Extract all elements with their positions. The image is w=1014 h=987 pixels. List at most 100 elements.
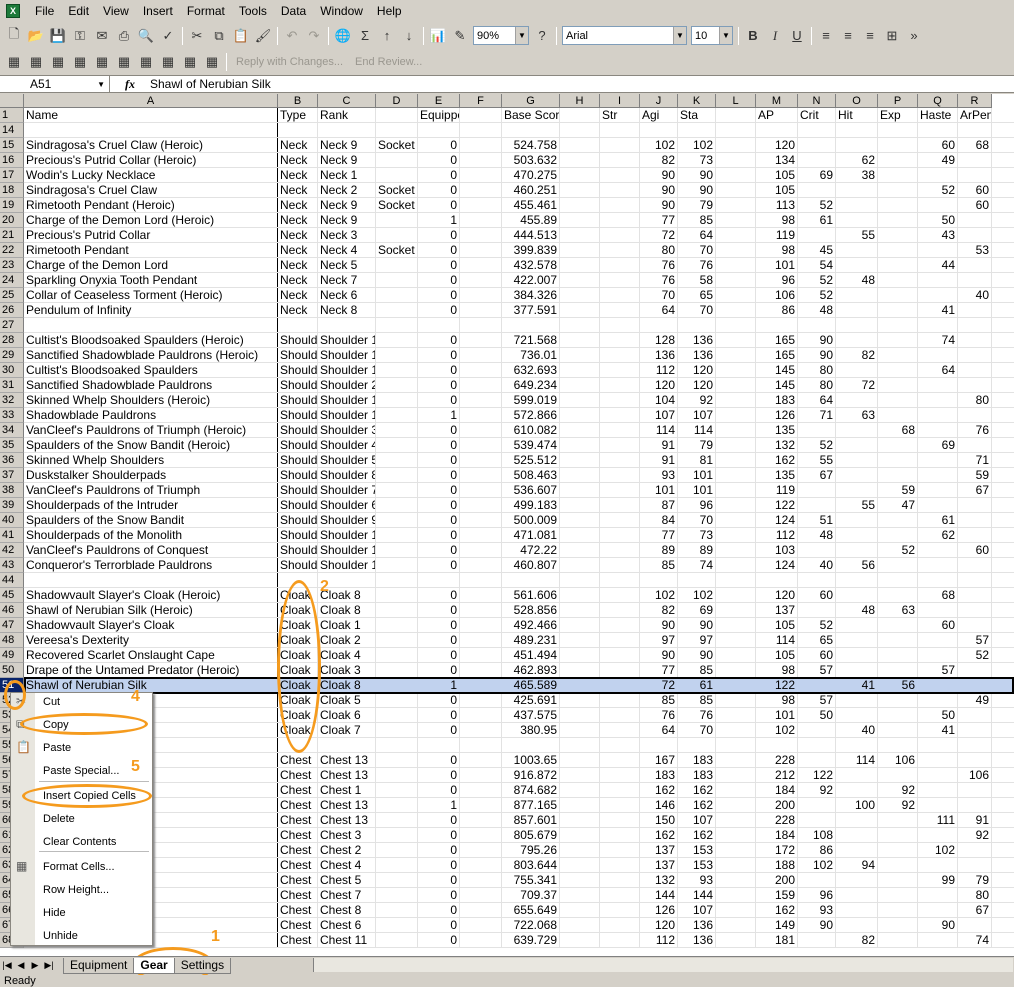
- table-cell[interactable]: 124: [756, 558, 797, 573]
- table-cell[interactable]: 212: [756, 768, 797, 783]
- table-cell[interactable]: 0: [418, 183, 459, 198]
- font-size-select[interactable]: 10 ▼: [691, 26, 733, 45]
- table-cell[interactable]: 74: [958, 933, 991, 948]
- table-cell[interactable]: 649.234: [502, 378, 559, 393]
- table-cell[interactable]: Charge of the Demon Lord: [24, 258, 277, 273]
- table-cell[interactable]: 721.568: [502, 333, 559, 348]
- sheet-tab-equipment[interactable]: Equipment: [63, 957, 135, 974]
- table-cell[interactable]: Shoulder 3: [318, 423, 375, 438]
- table-cell[interactable]: 0: [418, 633, 459, 648]
- redo-icon[interactable]: ↷: [303, 25, 325, 46]
- table-cell[interactable]: Shadowvault Slayer's Cloak (Heroic): [24, 588, 277, 603]
- column-header[interactable]: F: [460, 94, 502, 108]
- table-cell[interactable]: 85: [640, 693, 677, 708]
- table-cell[interactable]: 437.575: [502, 708, 559, 723]
- table-cell[interactable]: Neck 9: [318, 198, 375, 213]
- table-cell[interactable]: 228: [756, 813, 797, 828]
- row-header[interactable]: 34: [0, 423, 24, 438]
- table-cell[interactable]: 52: [918, 183, 957, 198]
- column-header[interactable]: H: [560, 94, 600, 108]
- prev-sheet-icon[interactable]: ◀: [14, 960, 28, 971]
- spelling-icon[interactable]: ✓: [157, 25, 179, 46]
- table-cell[interactable]: 120: [640, 918, 677, 933]
- table-cell[interactable]: 105: [756, 183, 797, 198]
- table-cell[interactable]: 52: [878, 543, 917, 558]
- table-cell[interactable]: 64: [640, 303, 677, 318]
- review-icon-9[interactable]: ▦: [179, 52, 201, 73]
- context-menu-item-paste-special[interactable]: Paste Special...: [43, 763, 119, 779]
- table-cell[interactable]: Chest 6: [318, 918, 375, 933]
- table-cell[interactable]: Neck: [278, 183, 317, 198]
- row-header[interactable]: 46: [0, 603, 24, 618]
- table-cell[interactable]: 65: [798, 633, 835, 648]
- table-cell[interactable]: 57: [798, 663, 835, 678]
- table-cell[interactable]: 709.37: [502, 888, 559, 903]
- table-cell[interactable]: Should: [278, 363, 317, 378]
- menu-edit[interactable]: Edit: [61, 1, 96, 21]
- select-all-corner[interactable]: [0, 94, 24, 108]
- table-cell[interactable]: 0: [418, 483, 459, 498]
- table-cell[interactable]: 803.644: [502, 858, 559, 873]
- table-cell[interactable]: Sparkling Onyxia Tooth Pendant: [24, 273, 277, 288]
- row-header[interactable]: 21: [0, 228, 24, 243]
- table-cell[interactable]: 106: [958, 768, 991, 783]
- table-cell[interactable]: 76: [958, 423, 991, 438]
- table-cell[interactable]: 632.693: [502, 363, 559, 378]
- name-box[interactable]: A51 ▼: [0, 76, 110, 92]
- table-cell[interactable]: 120: [756, 138, 797, 153]
- table-cell[interactable]: Should: [278, 393, 317, 408]
- table-cell[interactable]: Chest 13: [318, 768, 375, 783]
- table-cell[interactable]: 503.632: [502, 153, 559, 168]
- table-cell[interactable]: 0: [418, 438, 459, 453]
- table-cell[interactable]: Neck 8: [318, 303, 375, 318]
- table-cell[interactable]: 184: [756, 783, 797, 798]
- table-cell[interactable]: Neck 7: [318, 273, 375, 288]
- table-cell[interactable]: 64: [798, 393, 835, 408]
- table-cell[interactable]: 536.607: [502, 483, 559, 498]
- table-cell[interactable]: Chest 2: [318, 843, 375, 858]
- table-cell[interactable]: 0: [418, 708, 459, 723]
- cut-icon[interactable]: ✂: [186, 25, 208, 46]
- table-cell[interactable]: 105: [756, 648, 797, 663]
- table-cell[interactable]: 60: [918, 618, 957, 633]
- table-cell[interactable]: 49: [918, 153, 957, 168]
- column-header[interactable]: N: [798, 94, 836, 108]
- table-cell[interactable]: 73: [678, 153, 715, 168]
- table-cell[interactable]: 87: [640, 498, 677, 513]
- column-header[interactable]: K: [678, 94, 716, 108]
- table-cell[interactable]: Chest 11: [318, 933, 375, 948]
- context-menu-item-paste[interactable]: Paste: [43, 740, 71, 756]
- table-cell[interactable]: 80: [640, 243, 677, 258]
- table-cell[interactable]: 134: [756, 153, 797, 168]
- table-cell[interactable]: Chest: [278, 783, 317, 798]
- table-cell[interactable]: 90: [798, 918, 835, 933]
- table-cell[interactable]: 0: [418, 663, 459, 678]
- table-cell[interactable]: Neck: [278, 288, 317, 303]
- review-icon-5[interactable]: ▦: [91, 52, 113, 73]
- table-cell[interactable]: 136: [678, 933, 715, 948]
- table-cell[interactable]: Cloak 3: [318, 663, 375, 678]
- table-cell[interactable]: 82: [640, 603, 677, 618]
- row-header[interactable]: 25: [0, 288, 24, 303]
- table-cell[interactable]: 877.165: [502, 798, 559, 813]
- column-title-cell[interactable]: Base Score: [502, 108, 559, 123]
- table-cell[interactable]: 80: [798, 378, 835, 393]
- table-cell[interactable]: 105: [756, 618, 797, 633]
- table-cell[interactable]: 499.183: [502, 498, 559, 513]
- table-cell[interactable]: 380.95: [502, 723, 559, 738]
- table-cell[interactable]: 122: [756, 498, 797, 513]
- table-cell[interactable]: 72: [640, 228, 677, 243]
- table-cell[interactable]: Shoulder 7: [318, 483, 375, 498]
- table-cell[interactable]: Neck 5: [318, 258, 375, 273]
- table-cell[interactable]: 132: [640, 873, 677, 888]
- email-icon[interactable]: ✉: [91, 25, 113, 46]
- table-cell[interactable]: Cloak 2: [318, 633, 375, 648]
- table-cell[interactable]: 102: [640, 588, 677, 603]
- table-cell[interactable]: 56: [836, 558, 877, 573]
- column-header[interactable]: J: [640, 94, 678, 108]
- table-cell[interactable]: 124: [756, 513, 797, 528]
- table-cell[interactable]: 0: [418, 468, 459, 483]
- table-cell[interactable]: 460.251: [502, 183, 559, 198]
- table-cell[interactable]: Chest: [278, 843, 317, 858]
- table-cell[interactable]: 52: [958, 648, 991, 663]
